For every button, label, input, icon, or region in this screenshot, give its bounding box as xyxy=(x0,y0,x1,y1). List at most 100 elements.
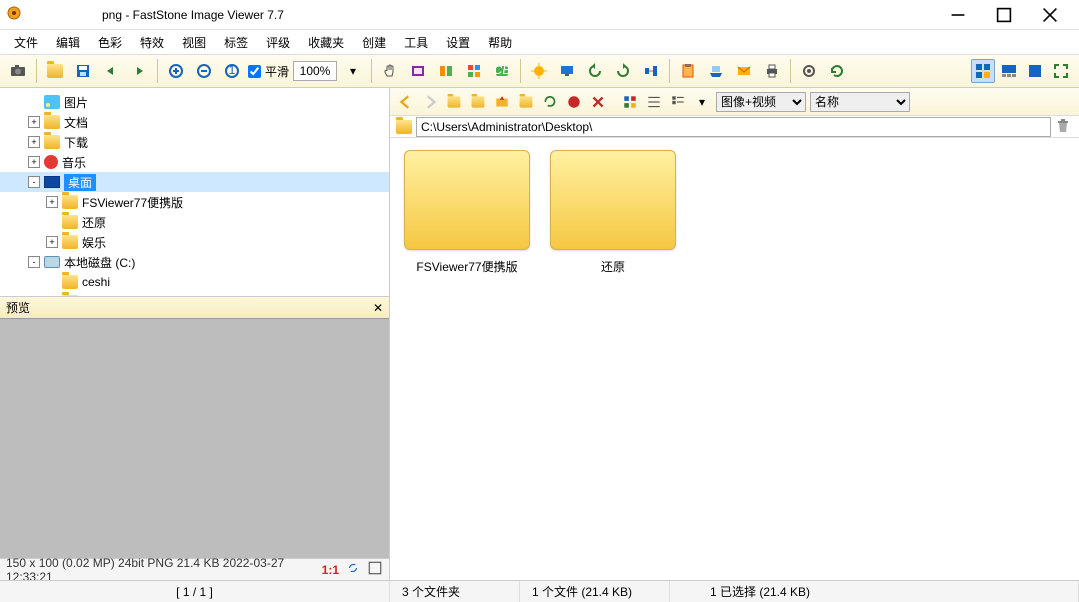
smooth-checkbox[interactable] xyxy=(248,65,261,78)
thumbnail-area[interactable]: FSViewer77便携版还原 xyxy=(390,138,1079,580)
tree-item[interactable]: - 桌面 xyxy=(0,172,389,192)
thumbnail-label: 还原 xyxy=(601,258,625,275)
thumbnail-item[interactable]: 还原 xyxy=(548,150,678,275)
actual-size-button[interactable]: 1 xyxy=(220,59,244,83)
tree-item[interactable]: +娱乐 xyxy=(0,232,389,252)
tree-expander[interactable]: + xyxy=(28,156,40,168)
filter-select[interactable]: 图像+视频 xyxy=(716,92,806,112)
tree-label: 还原 xyxy=(82,214,106,231)
tree-expander[interactable]: + xyxy=(46,236,58,248)
nav-forward-button[interactable] xyxy=(420,92,440,112)
zoom-input[interactable] xyxy=(293,61,337,81)
view-single-button[interactable] xyxy=(1023,59,1047,83)
tree-item[interactable]: ceshi xyxy=(0,272,389,292)
email-button[interactable] xyxy=(732,59,756,83)
nav-fav-button[interactable] xyxy=(492,92,512,112)
tree-item[interactable]: 图片 xyxy=(0,92,389,112)
menu-item[interactable]: 色彩 xyxy=(90,32,130,53)
zoom-out-button[interactable] xyxy=(192,59,216,83)
nav-refresh-button[interactable] xyxy=(540,92,560,112)
trash-button[interactable] xyxy=(1055,118,1073,136)
resize-button[interactable] xyxy=(639,59,663,83)
right-panel: ▾ 图像+视频 名称 FSViewer77便携版还原 xyxy=(390,88,1079,580)
tree-expander[interactable]: + xyxy=(28,136,40,148)
music-icon xyxy=(44,155,58,169)
view-mode-list-button[interactable] xyxy=(644,92,664,112)
zoom-dropdown-button[interactable]: ▾ xyxy=(341,59,365,83)
effects-button[interactable] xyxy=(527,59,551,83)
wallpaper-button[interactable] xyxy=(555,59,579,83)
menu-item[interactable]: 编辑 xyxy=(48,32,88,53)
sort-select[interactable]: 名称 xyxy=(810,92,910,112)
hand-tool-button[interactable] xyxy=(378,59,402,83)
folder-icon xyxy=(44,135,60,149)
view-mode-details-button[interactable] xyxy=(668,92,688,112)
rotate-right-button[interactable] xyxy=(611,59,635,83)
compare-button[interactable] xyxy=(462,59,486,83)
close-button[interactable] xyxy=(1027,0,1073,30)
status-folders: 3 个文件夹 xyxy=(390,581,520,602)
nav-new-folder-button[interactable] xyxy=(516,92,536,112)
nav-up-button[interactable] xyxy=(444,92,464,112)
preview-area xyxy=(0,318,389,558)
tree-expander[interactable]: + xyxy=(28,116,40,128)
print-button[interactable] xyxy=(760,59,784,83)
undo-button[interactable] xyxy=(99,59,123,83)
folder-tree[interactable]: 图片+文档+下载+音乐 - 桌面+FSViewer77便携版还原+娱乐-本地磁盘 (… xyxy=(0,88,389,296)
open-button[interactable] xyxy=(43,59,67,83)
menu-item[interactable]: 设置 xyxy=(438,32,478,53)
status-files: 1 个文件 (21.4 KB) xyxy=(520,581,670,602)
rotate-left-button[interactable] xyxy=(583,59,607,83)
menu-item[interactable]: 文件 xyxy=(6,32,46,53)
menu-item[interactable]: 收藏夹 xyxy=(300,32,352,53)
tree-expander[interactable]: + xyxy=(46,196,58,208)
nav-stop-button[interactable] xyxy=(564,92,584,112)
nav-home-button[interactable] xyxy=(468,92,488,112)
clipboard-button[interactable] xyxy=(676,59,700,83)
menubar: 文件编辑色彩特效视图标签评级收藏夹创建工具设置帮助 xyxy=(0,30,1079,54)
menu-item[interactable]: 工具 xyxy=(396,32,436,53)
settings-button[interactable] xyxy=(797,59,821,83)
nav-delete-button[interactable] xyxy=(588,92,608,112)
nav-back-button[interactable] xyxy=(396,92,416,112)
thumbnail-item[interactable]: FSViewer77便携版 xyxy=(402,150,532,275)
path-input[interactable] xyxy=(416,117,1051,137)
redo-button[interactable] xyxy=(127,59,151,83)
minimize-button[interactable] xyxy=(935,0,981,30)
tree-item[interactable]: +音乐 xyxy=(0,152,389,172)
tree-expander[interactable]: - xyxy=(28,256,40,268)
tree-label: 桌面 xyxy=(64,174,96,191)
refresh-button[interactable] xyxy=(825,59,849,83)
link-icon[interactable] xyxy=(345,560,361,579)
fullscreen-button[interactable] xyxy=(1049,59,1073,83)
view-mode-large-button[interactable] xyxy=(620,92,640,112)
maximize-button[interactable] xyxy=(981,0,1027,30)
menu-item[interactable]: 视图 xyxy=(174,32,214,53)
view-filmstrip-button[interactable] xyxy=(997,59,1021,83)
expand-icon[interactable] xyxy=(367,560,383,579)
tree-expander[interactable]: - xyxy=(28,176,40,188)
flip-button[interactable] xyxy=(434,59,458,83)
tree-item[interactable]: +下载 xyxy=(0,132,389,152)
preview-title: 预览 xyxy=(6,299,30,316)
view-mode-dropdown[interactable]: ▾ xyxy=(692,92,712,112)
tree-item[interactable]: +文档 xyxy=(0,112,389,132)
menu-item[interactable]: 标签 xyxy=(216,32,256,53)
zoom-in-button[interactable] xyxy=(164,59,188,83)
save-button[interactable] xyxy=(71,59,95,83)
menu-item[interactable]: 帮助 xyxy=(480,32,520,53)
tree-item[interactable]: -本地磁盘 (C:) xyxy=(0,252,389,272)
scanner-button[interactable] xyxy=(704,59,728,83)
preview-close-icon[interactable]: ✕ xyxy=(373,301,383,315)
slideshow-button[interactable] xyxy=(406,59,430,83)
path-folder-icon xyxy=(396,120,412,134)
menu-item[interactable]: 创建 xyxy=(354,32,394,53)
menu-item[interactable]: 特效 xyxy=(132,32,172,53)
view-thumbnails-button[interactable] xyxy=(971,59,995,83)
tree-item[interactable]: +FSViewer77便携版 xyxy=(0,192,389,212)
menu-item[interactable]: 评级 xyxy=(258,32,298,53)
tree-item[interactable]: 还原 xyxy=(0,212,389,232)
folder-icon xyxy=(62,275,78,289)
camera-button[interactable] xyxy=(6,59,30,83)
contact-sheet-button[interactable]: CB xyxy=(490,59,514,83)
